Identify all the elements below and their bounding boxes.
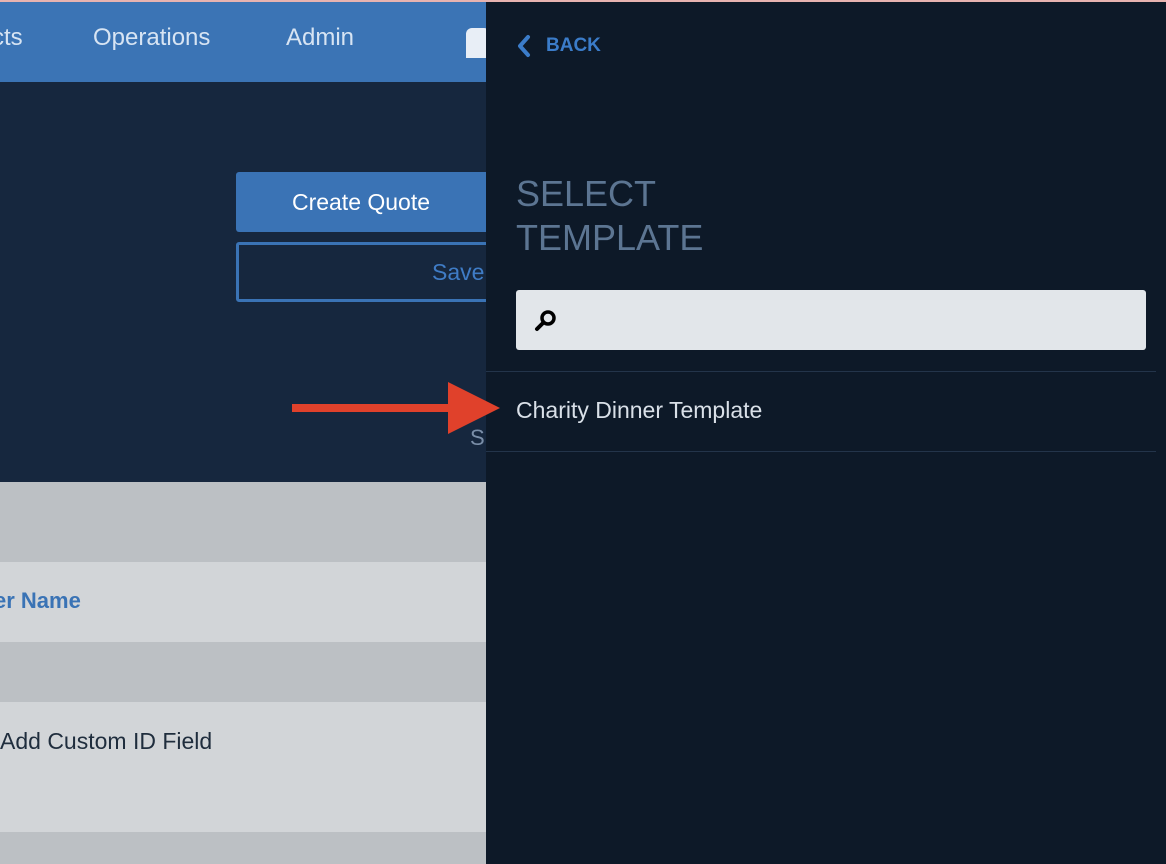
template-list-item[interactable]: Charity Dinner Template bbox=[486, 372, 1156, 452]
chevron-left-icon bbox=[518, 35, 530, 57]
back-button[interactable]: BACK bbox=[516, 34, 601, 58]
nav-item-admin[interactable]: Admin bbox=[286, 24, 354, 52]
add-custom-id-field-link[interactable]: Add Custom ID Field bbox=[0, 728, 212, 755]
list-divider bbox=[486, 451, 1156, 452]
nav-item-operations[interactable]: Operations bbox=[93, 24, 210, 52]
save-button[interactable]: Save bbox=[236, 242, 486, 302]
template-search-field[interactable] bbox=[516, 290, 1146, 352]
top-navigation: cts Operations Admin bbox=[0, 2, 486, 82]
template-name: Charity Dinner Template bbox=[516, 397, 763, 423]
table-section-band bbox=[0, 482, 486, 562]
search-icon bbox=[535, 310, 556, 331]
folder-icon[interactable] bbox=[466, 28, 486, 58]
back-label: BACK bbox=[546, 35, 601, 56]
panel-title: SELECT TEMPLATE bbox=[516, 173, 704, 258]
select-template-panel: BACK SELECT TEMPLATE Charity Dinner Temp… bbox=[486, 2, 1166, 864]
nav-item-products[interactable]: cts bbox=[0, 24, 23, 52]
annotation-arrow-icon bbox=[292, 382, 500, 434]
create-quote-button[interactable]: Create Quote bbox=[236, 172, 486, 232]
search-input[interactable] bbox=[570, 290, 1134, 352]
table-section-band bbox=[0, 832, 486, 864]
table-row bbox=[0, 702, 486, 832]
table-section-band bbox=[0, 642, 486, 702]
column-header-name[interactable]: er Name bbox=[0, 588, 81, 614]
